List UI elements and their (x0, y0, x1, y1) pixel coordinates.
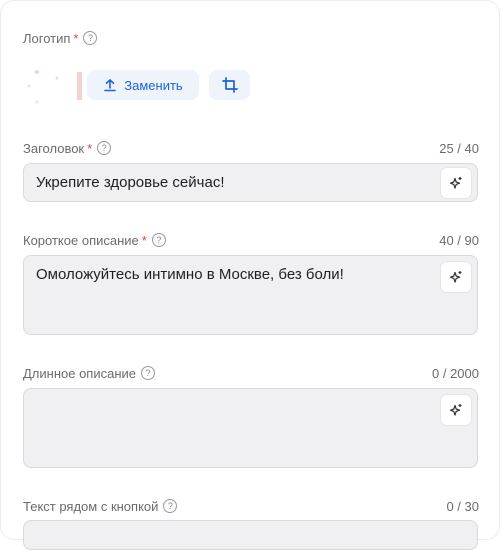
button-text-label-row: Текст рядом с кнопкой ? 0 / 30 (23, 497, 479, 515)
short-description-label: Короткое описание (23, 232, 139, 248)
headline-input[interactable]: Укрепите здоровье сейчас! (23, 163, 478, 202)
required-mark: * (141, 232, 147, 248)
headline-value: Укрепите здоровье сейчас! (36, 174, 225, 191)
required-mark: * (87, 140, 93, 156)
long-description-label: Длинное описание (23, 365, 137, 381)
help-icon[interactable]: ? (151, 233, 166, 247)
short-description-label-row: Короткое описание * ? 40 / 90 (23, 231, 479, 249)
button-text-counter: 0 / 30 (446, 498, 479, 514)
short-description-textarea[interactable]: Омоложуйтесь интимно в Москве, без боли! (23, 255, 478, 335)
headline-label-row: Заголовок * ? 25 / 40 (23, 139, 479, 157)
help-icon[interactable]: ? (141, 366, 156, 380)
ai-generate-button[interactable] (441, 168, 471, 198)
ai-generate-button[interactable] (441, 262, 471, 292)
headline-label: Заголовок (23, 140, 85, 156)
upload-icon (103, 78, 117, 92)
logo-preview (23, 64, 83, 108)
help-icon[interactable]: ? (97, 141, 112, 155)
crop-icon (221, 77, 238, 93)
short-description-counter: 40 / 90 (439, 232, 479, 248)
button-text-input[interactable] (23, 520, 478, 550)
button-text-label: Текст рядом с кнопкой (23, 498, 159, 514)
replace-logo-button[interactable]: Заменить (87, 70, 199, 100)
long-description-label-row: Длинное описание ? 0 / 2000 (23, 364, 479, 382)
logo-label: Логотип (23, 30, 71, 46)
help-icon[interactable]: ? (163, 499, 178, 513)
help-icon[interactable]: ? (83, 31, 98, 45)
sparkles-icon (449, 270, 463, 284)
replace-logo-label: Заменить (124, 77, 183, 93)
sparkles-icon (449, 403, 463, 417)
sparkles-icon (449, 176, 463, 190)
ai-generate-button[interactable] (441, 395, 471, 425)
headline-counter: 25 / 40 (439, 140, 479, 156)
required-mark: * (73, 30, 79, 46)
long-description-counter: 0 / 2000 (432, 365, 479, 381)
long-description-textarea[interactable] (23, 388, 478, 468)
logo-label-row: Логотип * ? (23, 29, 479, 47)
short-description-value: Омоложуйтесь интимно в Москве, без боли! (36, 266, 344, 283)
crop-logo-button[interactable] (209, 70, 250, 100)
